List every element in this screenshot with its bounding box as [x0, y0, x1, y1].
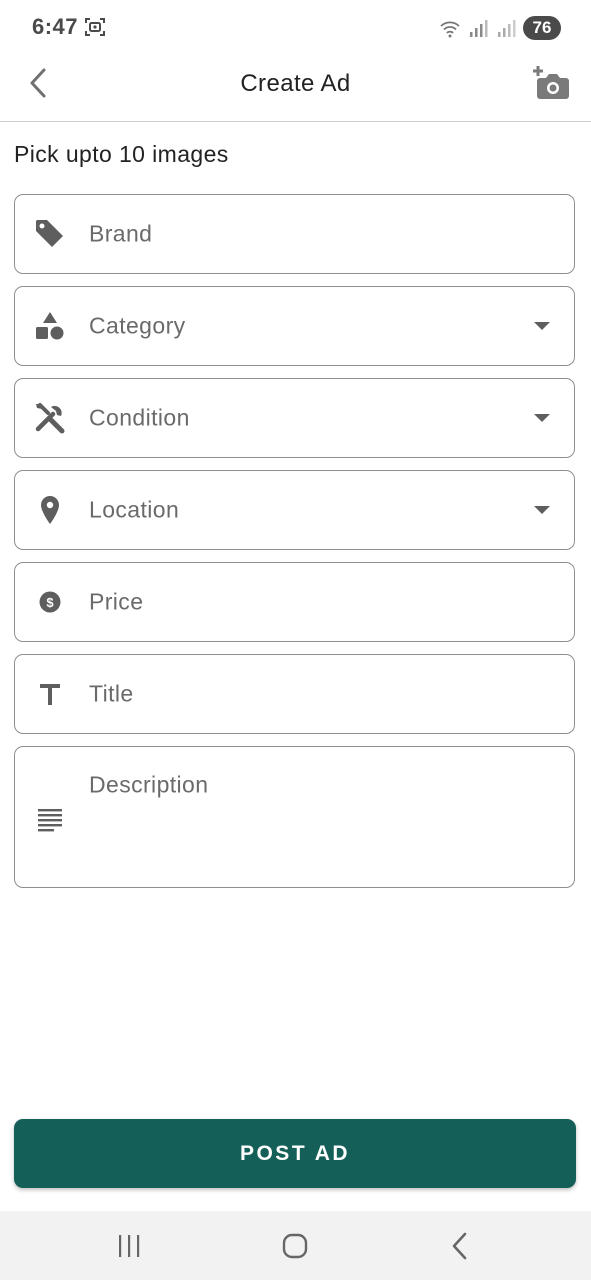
app-bar: Create Ad: [0, 56, 591, 122]
pick-images-label[interactable]: Pick upto 10 images: [14, 141, 229, 168]
brand-placeholder: Brand: [89, 220, 153, 247]
title-field[interactable]: Title: [14, 654, 575, 734]
signal-icon: [470, 20, 488, 37]
status-icons: 76: [439, 14, 561, 42]
dollar-coin-icon: $: [39, 591, 61, 613]
home-icon[interactable]: [278, 1229, 312, 1263]
title-placeholder: Title: [89, 680, 134, 707]
description-placeholder: Description: [89, 771, 209, 798]
location-pin-icon: [41, 496, 59, 524]
dropdown-arrow-icon: [534, 506, 550, 514]
price-field[interactable]: $ Price: [14, 562, 575, 642]
dropdown-arrow-icon: [534, 322, 550, 330]
notes-lines-icon: [38, 809, 62, 832]
description-field[interactable]: Description: [14, 746, 575, 888]
shapes-icon: [36, 312, 64, 340]
create-ad-screen: 6:47 76 Create Ad Pick upto 10 images Br…: [0, 0, 591, 1280]
post-ad-label: POST AD: [239, 1141, 351, 1165]
category-dropdown[interactable]: Category: [14, 286, 575, 366]
condition-placeholder: Condition: [89, 404, 190, 431]
status-bar: 6:47 76: [0, 0, 591, 56]
tools-icon: [35, 403, 65, 434]
svg-text:$: $: [46, 595, 54, 610]
nav-back-icon[interactable]: [444, 1229, 478, 1263]
wifi-icon: [440, 21, 460, 38]
recent-apps-icon[interactable]: [112, 1229, 146, 1263]
location-placeholder: Location: [89, 496, 180, 523]
price-placeholder: Price: [89, 588, 144, 615]
battery-indicator: 76: [523, 16, 561, 40]
tag-icon: [36, 220, 63, 247]
signal-icon: [498, 20, 516, 37]
system-nav-bar: [0, 1211, 591, 1280]
page-title: Create Ad: [240, 70, 351, 97]
condition-dropdown[interactable]: Condition: [14, 378, 575, 458]
location-dropdown[interactable]: Location: [14, 470, 575, 550]
category-placeholder: Category: [89, 312, 186, 339]
dropdown-arrow-icon: [534, 414, 550, 422]
screenshot-icon: [85, 18, 105, 36]
text-t-icon: [40, 684, 60, 705]
post-ad-button[interactable]: POST AD: [14, 1119, 576, 1188]
brand-field[interactable]: Brand: [14, 194, 575, 274]
add-photo-icon[interactable]: [531, 64, 571, 102]
status-time: 6:47: [32, 14, 79, 39]
